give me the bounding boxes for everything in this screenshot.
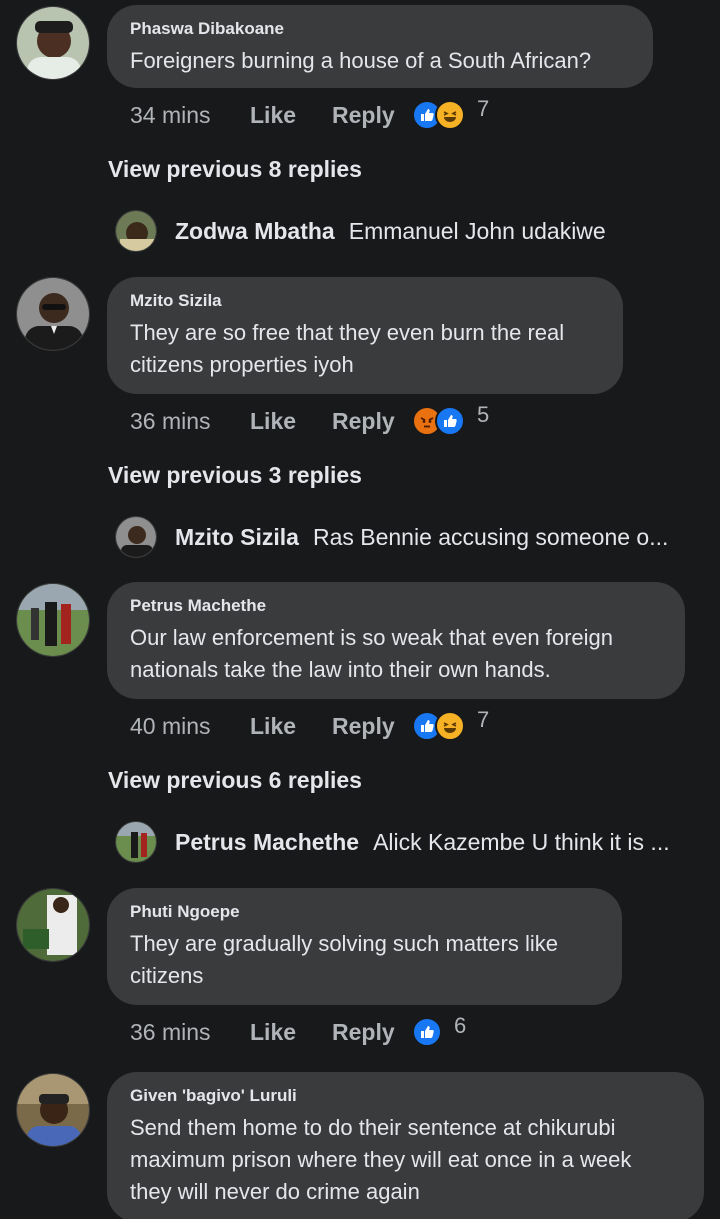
view-previous-replies-link[interactable]: View previous 3 replies bbox=[108, 462, 362, 489]
reaction-count: 7 bbox=[477, 707, 490, 732]
comment-text: Our law enforcement is so weak that even… bbox=[130, 625, 614, 682]
comment-text: Foreigners burning a house of a South Af… bbox=[130, 48, 592, 73]
reply-button[interactable]: Reply bbox=[332, 408, 412, 435]
view-previous-replies-link[interactable]: View previous 8 replies bbox=[108, 156, 362, 183]
haha-reaction-icon bbox=[435, 100, 465, 130]
comment-author[interactable]: Phaswa Dibakoane bbox=[130, 19, 630, 39]
reactions[interactable]: 6 bbox=[412, 1013, 466, 1047]
comment-bubble[interactable]: Phuti Ngoepe They are gradually solving … bbox=[107, 888, 622, 1005]
reply-button[interactable]: Reply bbox=[332, 713, 412, 740]
like-button[interactable]: Like bbox=[250, 1019, 332, 1046]
avatar[interactable] bbox=[16, 277, 90, 351]
reply-preview[interactable]: Petrus Machethe Alick Kazembe U think it… bbox=[115, 819, 670, 865]
view-previous-replies-link[interactable]: View previous 6 replies bbox=[108, 767, 362, 794]
reply-preview[interactable]: Zodwa Mbatha Emmanuel John udakiwe bbox=[115, 208, 606, 254]
avatar bbox=[115, 516, 157, 558]
timestamp[interactable]: 34 mins bbox=[130, 102, 250, 129]
reaction-count: 7 bbox=[477, 96, 490, 121]
like-button[interactable]: Like bbox=[250, 408, 332, 435]
reply-preview[interactable]: Mzito Sizila Ras Bennie accusing someone… bbox=[115, 514, 668, 560]
avatar bbox=[115, 210, 157, 252]
reply-author[interactable]: Zodwa Mbatha bbox=[175, 218, 335, 245]
comment-text: They are so free that they even burn the… bbox=[130, 320, 565, 377]
comment-author[interactable]: Phuti Ngoepe bbox=[130, 902, 599, 922]
reaction-count: 6 bbox=[454, 1013, 467, 1038]
avatar bbox=[115, 821, 157, 863]
comment-author[interactable]: Petrus Machethe bbox=[130, 596, 662, 616]
avatar[interactable] bbox=[16, 888, 90, 962]
timestamp[interactable]: 36 mins bbox=[130, 408, 250, 435]
comment-bubble[interactable]: Mzito Sizila They are so free that they … bbox=[107, 277, 623, 394]
reactions[interactable]: 5 bbox=[412, 402, 489, 436]
reply-button[interactable]: Reply bbox=[332, 1019, 412, 1046]
timestamp[interactable]: 40 mins bbox=[130, 713, 250, 740]
comment-bubble[interactable]: Phaswa Dibakoane Foreigners burning a ho… bbox=[107, 5, 653, 88]
reply-text: Emmanuel John udakiwe bbox=[348, 217, 606, 244]
haha-reaction-icon bbox=[435, 711, 465, 741]
like-reaction-icon bbox=[412, 1017, 442, 1047]
comment-actions: 40 mins Like Reply 7 bbox=[130, 707, 489, 743]
timestamp[interactable]: 36 mins bbox=[130, 1019, 250, 1046]
comment-actions: 34 mins Like Reply 7 bbox=[130, 96, 489, 132]
comment-actions: 36 mins Like Reply 5 bbox=[130, 402, 489, 438]
reply-text: Alick Kazembe U think it is ... bbox=[373, 828, 670, 855]
comment-author[interactable]: Given 'bagivo' Luruli bbox=[130, 1086, 681, 1106]
comment-bubble[interactable]: Petrus Machethe Our law enforcement is s… bbox=[107, 582, 685, 699]
like-reaction-icon bbox=[435, 406, 465, 436]
avatar[interactable] bbox=[16, 6, 90, 80]
reaction-count: 5 bbox=[477, 402, 490, 427]
comment-text: Send them home to do their sentence at c… bbox=[130, 1115, 632, 1204]
reply-author[interactable]: Mzito Sizila bbox=[175, 524, 299, 551]
comment-bubble[interactable]: Given 'bagivo' Luruli Send them home to … bbox=[107, 1072, 704, 1219]
avatar[interactable] bbox=[16, 583, 90, 657]
comment-author[interactable]: Mzito Sizila bbox=[130, 291, 600, 311]
reactions[interactable]: 7 bbox=[412, 96, 489, 130]
like-button[interactable]: Like bbox=[250, 102, 332, 129]
like-button[interactable]: Like bbox=[250, 713, 332, 740]
avatar[interactable] bbox=[16, 1073, 90, 1147]
comment-actions: 36 mins Like Reply 6 bbox=[130, 1013, 466, 1049]
comment-text: They are gradually solving such matters … bbox=[130, 931, 558, 988]
reactions[interactable]: 7 bbox=[412, 707, 489, 741]
reply-author[interactable]: Petrus Machethe bbox=[175, 829, 359, 856]
reply-text: Ras Bennie accusing someone o... bbox=[312, 523, 669, 550]
reply-button[interactable]: Reply bbox=[332, 102, 412, 129]
